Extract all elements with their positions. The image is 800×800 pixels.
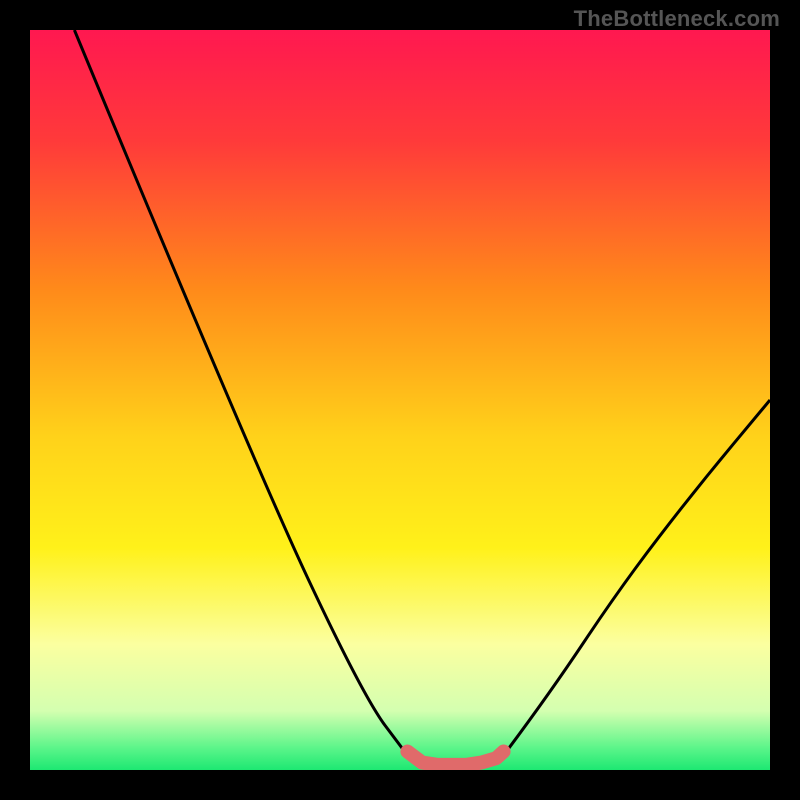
chart-frame [30,30,770,770]
gradient-background [30,30,770,770]
bottleneck-chart [30,30,770,770]
watermark-text: TheBottleneck.com [574,6,780,32]
